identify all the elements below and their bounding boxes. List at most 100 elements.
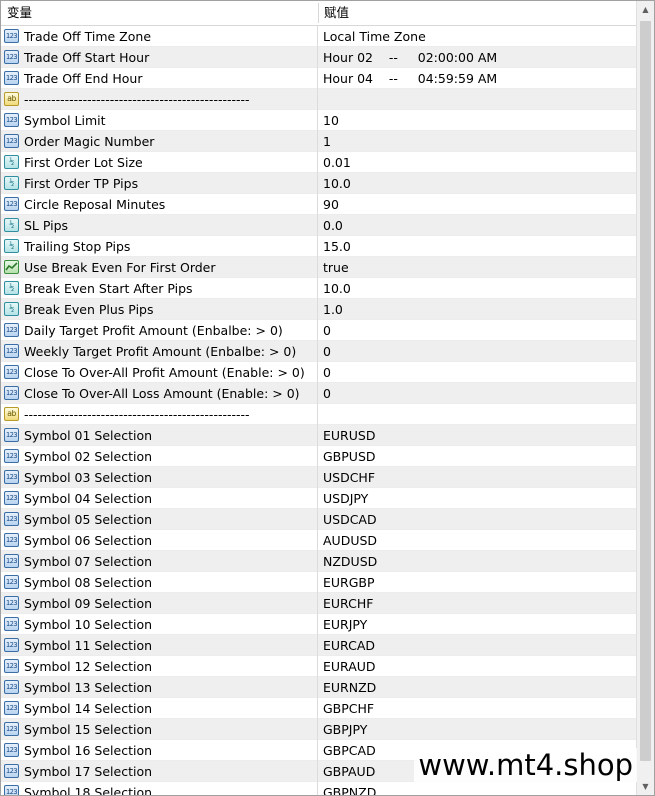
vertical-scrollbar[interactable]: ▲ ▼ — [636, 1, 654, 795]
table-row[interactable]: 123 Symbol 07 Selection NZDUSD — [1, 550, 637, 572]
parameter-value-cell[interactable]: GBPUSD — [318, 446, 376, 467]
parameter-value-cell[interactable]: EURCHF — [318, 593, 373, 614]
parameter-name-cell[interactable]: 123 Trade Off Start Hour — [1, 46, 318, 68]
parameter-name-cell[interactable]: 123 Weekly Target Profit Amount (Enbalbe:… — [1, 340, 318, 362]
parameter-value-cell[interactable]: 10.0 — [318, 173, 351, 194]
parameter-value-cell[interactable]: AUDUSD — [318, 530, 377, 551]
parameter-name-cell[interactable]: 123 Symbol 03 Selection — [1, 466, 318, 488]
parameter-value-cell[interactable]: Local Time Zone — [318, 26, 426, 47]
table-row[interactable]: 123 Symbol 13 Selection EURNZD — [1, 676, 637, 698]
parameter-value-cell[interactable]: 0 — [318, 320, 331, 341]
table-row[interactable]: 123 Trade Off Time Zone Local Time Zone — [1, 26, 637, 47]
parameter-name-cell[interactable]: 123 Symbol 05 Selection — [1, 508, 318, 530]
table-row[interactable]: 123 Symbol 14 Selection GBPCHF — [1, 697, 637, 719]
parameter-name-cell[interactable]: 123 Symbol 06 Selection — [1, 529, 318, 551]
parameter-value-cell[interactable] — [318, 89, 323, 110]
parameter-value-cell[interactable]: EURUSD — [318, 425, 375, 446]
parameter-name-cell[interactable]: 123 Symbol 07 Selection — [1, 550, 318, 572]
scroll-down-arrow-icon[interactable]: ▼ — [637, 778, 654, 795]
parameter-value-cell[interactable]: Hour 02 -- 02:00:00 AM — [318, 47, 497, 68]
table-row[interactable]: 123 Symbol 09 Selection EURCHF — [1, 592, 637, 614]
table-row[interactable]: 123 Symbol 08 Selection EURGBP — [1, 571, 637, 593]
parameter-value-cell[interactable]: 10.0 — [318, 278, 351, 299]
parameter-value-cell[interactable]: GBPAUD — [318, 761, 375, 782]
parameter-value-cell[interactable]: GBPNZD — [318, 782, 376, 796]
parameter-name-cell[interactable]: 123 Symbol 01 Selection — [1, 424, 318, 446]
table-row[interactable]: ½ Break Even Start After Pips 10.0 — [1, 277, 637, 299]
parameter-name-cell[interactable]: 123 Circle Reposal Minutes — [1, 193, 318, 215]
parameter-name-cell[interactable]: 123 Daily Target Profit Amount (Enbalbe: … — [1, 319, 318, 341]
table-row[interactable]: 123 Symbol 03 Selection USDCHF — [1, 466, 637, 488]
parameter-value-cell[interactable]: EURGBP — [318, 572, 375, 593]
parameter-name-cell[interactable]: 123 Close To Over-All Profit Amount (Enab… — [1, 361, 318, 383]
parameter-name-cell[interactable]: 123 Symbol 09 Selection — [1, 592, 318, 614]
parameter-value-cell[interactable]: 0 — [318, 341, 331, 362]
parameter-name-cell[interactable]: 123 Trade Off End Hour — [1, 67, 318, 89]
parameter-name-cell[interactable]: ab --------------------------------------… — [1, 88, 318, 110]
parameter-name-cell[interactable]: 123 Order Magic Number — [1, 130, 318, 152]
table-row[interactable]: 123 Symbol 02 Selection GBPUSD — [1, 445, 637, 467]
table-row[interactable]: 123 Daily Target Profit Amount (Enbalbe: … — [1, 319, 637, 341]
table-row[interactable]: 123 Weekly Target Profit Amount (Enbalbe:… — [1, 340, 637, 362]
table-row[interactable]: ½ Break Even Plus Pips 1.0 — [1, 298, 637, 320]
parameter-name-cell[interactable]: 123 Symbol 13 Selection — [1, 676, 318, 698]
parameter-value-cell[interactable]: NZDUSD — [318, 551, 377, 572]
parameter-name-cell[interactable]: ½ First Order Lot Size — [1, 151, 318, 173]
parameter-value-cell[interactable]: 10 — [318, 110, 339, 131]
parameter-name-cell[interactable]: 123 Symbol 10 Selection — [1, 613, 318, 635]
table-row[interactable]: 123 Symbol 06 Selection AUDUSD — [1, 529, 637, 551]
table-row[interactable]: 123 Symbol Limit 10 — [1, 109, 637, 131]
parameter-value-cell[interactable]: 15.0 — [318, 236, 351, 257]
table-row[interactable]: ½ First Order Lot Size 0.01 — [1, 151, 637, 173]
parameter-value-cell[interactable]: 1.0 — [318, 299, 343, 320]
parameter-value-cell[interactable] — [318, 404, 323, 425]
parameter-name-cell[interactable]: ½ SL Pips — [1, 214, 318, 236]
parameter-name-cell[interactable]: 123 Symbol 12 Selection — [1, 655, 318, 677]
parameter-name-cell[interactable]: 123 Symbol 04 Selection — [1, 487, 318, 509]
table-row[interactable]: 123 Symbol 12 Selection EURAUD — [1, 655, 637, 677]
scroll-up-arrow-icon[interactable]: ▲ — [637, 1, 654, 18]
column-divider[interactable] — [318, 3, 319, 23]
parameter-name-cell[interactable]: ½ Break Even Start After Pips — [1, 277, 318, 299]
parameter-value-cell[interactable]: GBPCHF — [318, 698, 374, 719]
table-row[interactable]: ½ SL Pips 0.0 — [1, 214, 637, 236]
table-row[interactable]: ½ First Order TP Pips 10.0 — [1, 172, 637, 194]
table-row[interactable]: ½ Trailing Stop Pips 15.0 — [1, 235, 637, 257]
parameter-name-cell[interactable]: ½ Break Even Plus Pips — [1, 298, 318, 320]
parameter-name-cell[interactable]: 123 Symbol 18 Selection — [1, 781, 318, 795]
table-row[interactable]: 123 Symbol 01 Selection EURUSD — [1, 424, 637, 446]
table-row[interactable]: Use Break Even For First Order true — [1, 256, 637, 278]
parameter-value-cell[interactable]: 90 — [318, 194, 339, 215]
parameter-name-cell[interactable]: Use Break Even For First Order — [1, 256, 318, 278]
parameter-name-cell[interactable]: ½ Trailing Stop Pips — [1, 235, 318, 257]
parameter-value-cell[interactable]: GBPJPY — [318, 719, 367, 740]
table-row[interactable]: 123 Trade Off End Hour Hour 04 -- 04:59:59… — [1, 67, 637, 89]
parameter-value-cell[interactable]: USDCAD — [318, 509, 377, 530]
table-row[interactable]: 123 Close To Over-All Loss Amount (Enable… — [1, 382, 637, 404]
table-row[interactable]: 123 Symbol 10 Selection EURJPY — [1, 613, 637, 635]
parameter-name-cell[interactable]: 123 Symbol 17 Selection — [1, 760, 318, 782]
table-row[interactable]: 123 Symbol 04 Selection USDJPY — [1, 487, 637, 509]
parameter-value-cell[interactable]: 0.0 — [318, 215, 343, 236]
parameter-value-cell[interactable]: GBPCAD — [318, 740, 376, 761]
table-row[interactable]: 123 Order Magic Number 1 — [1, 130, 637, 152]
table-row[interactable]: 123 Symbol 15 Selection GBPJPY — [1, 718, 637, 740]
column-header-value[interactable]: 赋值 — [324, 1, 349, 25]
parameter-name-cell[interactable]: 123 Symbol 11 Selection — [1, 634, 318, 656]
parameter-value-cell[interactable]: EURAUD — [318, 656, 376, 677]
parameter-value-cell[interactable]: EURNZD — [318, 677, 376, 698]
table-row[interactable]: ab --------------------------------------… — [1, 88, 637, 110]
parameter-name-cell[interactable]: 123 Symbol 08 Selection — [1, 571, 318, 593]
scroll-thumb[interactable] — [640, 21, 651, 761]
table-row[interactable]: 123 Symbol 05 Selection USDCAD — [1, 508, 637, 530]
parameter-name-cell[interactable]: 123 Symbol 02 Selection — [1, 445, 318, 467]
parameter-value-cell[interactable]: 0.01 — [318, 152, 351, 173]
parameter-name-cell[interactable]: 123 Symbol 16 Selection — [1, 739, 318, 761]
parameter-value-cell[interactable]: 0 — [318, 383, 331, 404]
parameter-name-cell[interactable]: 123 Trade Off Time Zone — [1, 26, 318, 47]
parameter-value-cell[interactable]: USDJPY — [318, 488, 368, 509]
parameter-value-cell[interactable]: EURJPY — [318, 614, 367, 635]
parameter-name-cell[interactable]: 123 Symbol 14 Selection — [1, 697, 318, 719]
parameter-value-cell[interactable]: EURCAD — [318, 635, 375, 656]
parameter-name-cell[interactable]: 123 Symbol Limit — [1, 109, 318, 131]
